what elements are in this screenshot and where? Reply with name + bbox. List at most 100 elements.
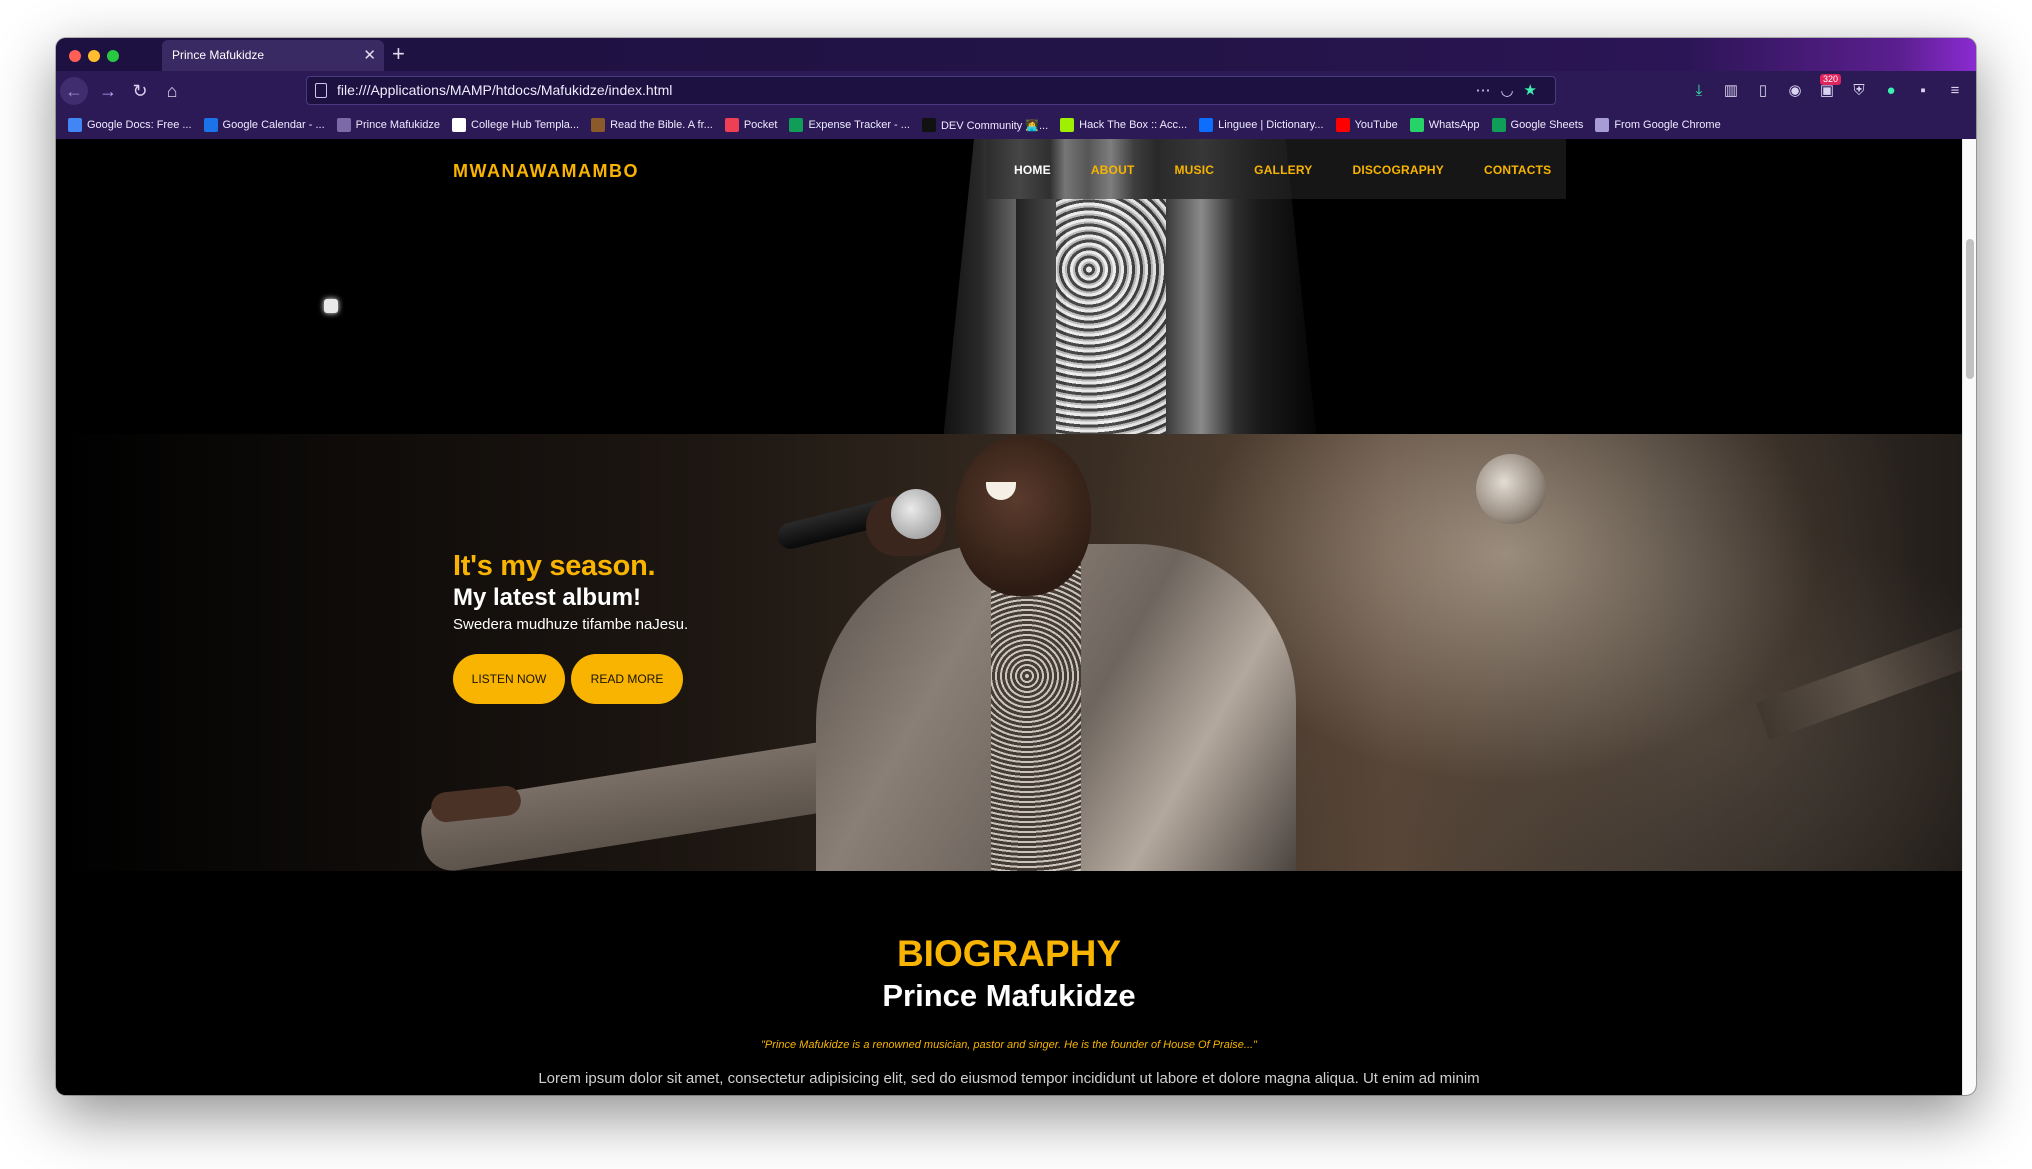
microphone-head <box>891 489 941 539</box>
bookmark-label: College Hub Templa... <box>471 119 580 131</box>
downloads-icon[interactable]: ⤓ <box>1690 82 1708 100</box>
hero-title: It's my season. <box>453 550 656 582</box>
biography-name: Prince Mafukidze <box>882 978 1136 1013</box>
bookmark-item[interactable]: Expense Tracker - ... <box>789 118 910 132</box>
bookmark-item[interactable]: Google Sheets <box>1491 118 1584 132</box>
page-actions-icon[interactable]: ⋯ <box>1475 82 1500 99</box>
reload-button[interactable]: ↻ <box>126 77 154 105</box>
menu-item-discography[interactable]: DISCOGRAPHY <box>1352 163 1444 177</box>
page-icon <box>315 83 327 98</box>
bookmark-star-icon[interactable]: ★ <box>1524 82 1547 99</box>
site-header: MWANAWAMAMBO HOME ABOUT MUSIC GALLERY DISCOG… <box>56 139 1962 199</box>
library-icon[interactable]: ▥ <box>1722 82 1740 100</box>
home-button[interactable]: ⌂ <box>158 77 186 105</box>
tab-title: Prince Mafukidze <box>172 48 265 62</box>
site-logo[interactable]: MWANAWAMAMBO <box>453 161 639 182</box>
globe-icon <box>336 118 351 132</box>
bookmark-label: DEV Community 👩‍💻... <box>940 119 1049 132</box>
bookmark-label: YouTube <box>1354 119 1398 131</box>
listen-now-button[interactable]: LISTEN NOW <box>453 654 565 704</box>
hero-banner <box>56 434 1962 871</box>
bookmark-label: Hack The Box :: Acc... <box>1079 119 1188 131</box>
bookmark-label: Pocket <box>743 119 778 131</box>
bible-icon <box>591 118 606 132</box>
hero-subtitle: My latest album! <box>453 584 642 611</box>
page-scrollbar[interactable] <box>1962 139 1976 1095</box>
whatsapp-icon <box>1409 118 1424 132</box>
sidebar-icon[interactable]: ▯ <box>1754 82 1772 100</box>
pocket-icon <box>724 118 739 132</box>
docs-icon <box>68 118 82 132</box>
extension-badge-icon[interactable]: ▣ 320 <box>1818 74 1842 100</box>
extension-icon[interactable]: ▪ <box>1914 82 1932 100</box>
bookmark-item[interactable]: Pocket <box>724 118 778 132</box>
url-text: file:///Applications/MAMP/htdocs/Mafukid… <box>337 82 673 98</box>
biography-heading: BIOGRAPHY <box>896 933 1122 974</box>
bookmark-item[interactable]: Google Calendar - ... <box>203 118 325 132</box>
linguee-icon <box>1199 118 1214 132</box>
bookmark-item[interactable]: Google Docs: Free ... <box>68 118 192 132</box>
back-button[interactable]: ← <box>60 77 88 105</box>
biography-quote: "Prince Mafukidze is a renowned musician… <box>761 1039 1257 1051</box>
bookmark-label: WhatsApp <box>1428 119 1480 131</box>
hero-description: Swedera mudhuze tifambe naJesu. <box>453 616 689 633</box>
account-icon[interactable]: ◉ <box>1786 82 1804 100</box>
bookmark-item[interactable]: YouTube <box>1335 118 1398 132</box>
hero-buttons: LISTEN NOW READ MORE <box>453 654 688 704</box>
url-actions: ⋯◡★ <box>1475 77 1547 104</box>
singer-head <box>956 436 1091 596</box>
bookmark-item[interactable]: DEV Community 👩‍💻... <box>921 118 1049 132</box>
main-menu: HOME ABOUT MUSIC GALLERY DISCOGRAPHY CONTACTS <box>1014 163 1551 177</box>
page-viewport: MWANAWAMAMBO HOME ABOUT MUSIC GALLERY DISCOG… <box>56 139 1962 1095</box>
bookmark-item[interactable]: Prince Mafukidze <box>336 118 441 132</box>
navigation-toolbar: ← → ↻ ⌂ file:///Applications/MAMP/htdocs… <box>56 71 1976 111</box>
scrollbar-thumb[interactable] <box>1966 239 1974 379</box>
pocket-save-icon[interactable]: ◡ <box>1500 82 1523 99</box>
suit-lapel-right <box>1166 199 1236 434</box>
menu-item-gallery[interactable]: GALLERY <box>1254 163 1312 177</box>
browser-window: Prince Mafukidze ✕ + ← → ↻ ⌂ file:///App… <box>56 38 1976 1095</box>
bookmark-label: Read the Bible. A fr... <box>610 119 713 131</box>
menu-item-about[interactable]: ABOUT <box>1091 163 1135 177</box>
background-light <box>1476 454 1546 524</box>
toolbar-icons: ⤓ ▥ ▯ ◉ ▣ 320 ⛨ ● ▪ ≡ <box>1690 74 1964 101</box>
tab-close-icon[interactable]: ✕ <box>363 40 376 71</box>
extension-badge-count: 320 <box>1820 74 1842 85</box>
tab-strip: Prince Mafukidze ✕ + <box>56 38 1976 71</box>
read-more-button[interactable]: READ MORE <box>571 654 683 704</box>
grammarly-icon[interactable]: ● <box>1882 82 1900 100</box>
new-tab-button[interactable]: + <box>392 40 405 68</box>
stage-light <box>324 299 338 313</box>
menu-icon[interactable]: ≡ <box>1946 82 1964 100</box>
bookmark-item[interactable]: Read the Bible. A fr... <box>591 118 713 132</box>
bookmark-item[interactable]: WhatsApp <box>1409 118 1480 132</box>
menu-item-music[interactable]: MUSIC <box>1174 163 1214 177</box>
biography-section: BIOGRAPHY Prince Mafukidze "Prince Mafuk… <box>56 871 1962 1095</box>
bookmark-label: Linguee | Dictionary... <box>1218 119 1324 131</box>
htb-icon <box>1060 118 1075 132</box>
bookmark-item[interactable]: College Hub Templa... <box>452 118 579 132</box>
bookmark-item[interactable]: From Google Chrome <box>1595 118 1721 132</box>
biography-text: Lorem ipsum dolor sit amet, consectetur … <box>538 1070 1480 1087</box>
close-window-button[interactable] <box>69 50 81 62</box>
sheets-icon <box>789 118 804 132</box>
menu-item-home[interactable]: HOME <box>1014 163 1051 177</box>
url-bar[interactable]: file:///Applications/MAMP/htdocs/Mafukid… <box>306 76 1556 105</box>
folder-icon <box>1595 118 1610 132</box>
paisley-shirt <box>1056 199 1166 434</box>
dev-icon <box>921 118 936 132</box>
bookmarks-bar: Google Docs: Free ... Google Calendar - .… <box>56 111 1976 139</box>
bookmark-label: Google Docs: Free ... <box>87 119 192 131</box>
shield-icon[interactable]: ⛨ <box>1850 82 1868 100</box>
bookmark-item[interactable]: Hack The Box :: Acc... <box>1060 118 1187 132</box>
bookmark-label: Google Sheets <box>1510 119 1584 131</box>
bookmark-label: Prince Mafukidze <box>355 119 441 131</box>
bookmark-item[interactable]: Linguee | Dictionary... <box>1199 118 1324 132</box>
tab-active[interactable]: Prince Mafukidze ✕ <box>162 40 384 71</box>
zoom-window-button[interactable] <box>107 50 119 62</box>
sheets-icon <box>1491 118 1506 132</box>
forward-button[interactable]: → <box>94 77 122 105</box>
menu-item-contacts[interactable]: CONTACTS <box>1484 163 1551 177</box>
minimize-window-button[interactable] <box>88 50 100 62</box>
bookmark-label: Google Calendar - ... <box>222 119 325 131</box>
